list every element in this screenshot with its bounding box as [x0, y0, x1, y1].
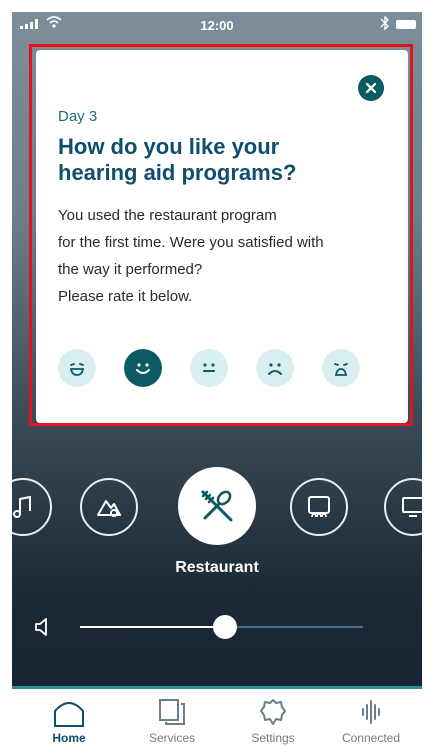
speaker-icon: [35, 618, 47, 636]
rating-very-sad-button[interactable]: [322, 349, 360, 387]
rating-sad-button[interactable]: [256, 349, 294, 387]
tab-connected-label: Connected: [341, 731, 401, 745]
tab-connected[interactable]: Connected: [326, 697, 416, 745]
volume-thumb[interactable]: [213, 615, 237, 639]
settings-icon: [260, 699, 286, 725]
program-nature-button[interactable]: [80, 478, 138, 536]
day-label: Day 3: [58, 108, 98, 125]
dialog-message-line: the way it performed?: [58, 261, 203, 278]
tab-settings-label: Settings: [251, 731, 295, 745]
dialog-message-line: You used the restaurant program: [58, 207, 277, 224]
tab-services-label: Services: [148, 731, 195, 745]
restaurant-icon: [201, 490, 233, 522]
volume-track-empty: [225, 626, 363, 628]
connected-icon: [362, 700, 380, 724]
tab-settings[interactable]: Settings: [228, 697, 318, 745]
close-button[interactable]: [358, 75, 384, 101]
dialog-title: How do you like your hearing aid program…: [58, 134, 297, 185]
program-music-button[interactable]: [12, 478, 52, 536]
app-screen: 12:00 Day 3 How do you like your hearing…: [12, 12, 422, 746]
selected-program-label: Restaurant: [175, 559, 259, 576]
very-happy-face-icon: [69, 363, 85, 376]
close-icon: [365, 82, 377, 94]
home-icon: [54, 702, 84, 727]
dialog-message: You used the restaurant program for the …: [58, 202, 398, 310]
program-tv-button[interactable]: [384, 478, 422, 536]
tab-services[interactable]: Services: [127, 697, 217, 745]
dialog-message-line: for the first time. Were you satisfied w…: [58, 234, 324, 251]
music-icon: [13, 495, 31, 518]
tab-home-label: Home: [52, 731, 86, 745]
volume-track-filled: [80, 626, 225, 628]
program-carousel: [12, 467, 422, 547]
tv-icon: [402, 497, 422, 517]
bluetooth-icon: [380, 15, 389, 31]
very-sad-face-icon: [334, 363, 348, 376]
tab-home[interactable]: Home: [24, 697, 114, 745]
rating-options: [58, 349, 388, 389]
rating-neutral-button[interactable]: [190, 349, 228, 387]
neutral-face-icon: [203, 363, 215, 372]
sad-face-icon: [268, 363, 282, 375]
volume-slider[interactable]: [12, 612, 422, 642]
bottom-tab-bar: Home Services Settings Connected: [12, 686, 422, 746]
status-time: 12:00: [200, 18, 234, 33]
status-bar: 12:00: [12, 12, 422, 38]
happy-face-icon: [136, 363, 150, 374]
program-theater-button[interactable]: [290, 478, 348, 536]
rating-dialog: Day 3 How do you like your hearing aid p…: [36, 50, 408, 423]
theater-icon: [308, 496, 330, 518]
rating-happy-button[interactable]: [124, 349, 162, 387]
battery-icon: [396, 20, 416, 29]
rating-very-happy-button[interactable]: [58, 349, 96, 387]
services-icon: [159, 699, 185, 725]
dialog-message-line: Please rate it below.: [58, 288, 193, 305]
nature-icon: [97, 500, 121, 517]
program-restaurant-button[interactable]: [178, 467, 256, 545]
